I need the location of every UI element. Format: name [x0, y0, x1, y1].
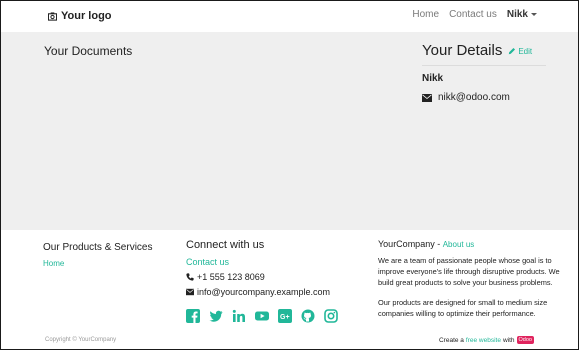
products-title: Our Products & Services — [43, 242, 153, 253]
edit-details-link[interactable]: Edit — [508, 47, 532, 56]
instagram-icon[interactable] — [324, 309, 338, 323]
footer: Our Products & Services Home Connect wit… — [1, 230, 578, 349]
odoo-badge[interactable]: Odoo — [516, 336, 534, 344]
page-frame: Your logo Home Contact us Nikk Your Docu… — [1, 1, 578, 349]
social-links: G+ — [186, 309, 338, 323]
connect-title: Connect with us — [186, 239, 265, 251]
github-icon[interactable] — [301, 309, 315, 323]
logo-label: Your logo — [61, 10, 112, 22]
google-plus-icon[interactable]: G+ — [278, 309, 292, 323]
company-line: YourCompany - About us — [378, 239, 574, 249]
nav-contact-link[interactable]: Contact us — [449, 9, 497, 20]
documents-title: Your Documents — [44, 44, 133, 58]
create-website-line: Create a free website with Odoo — [439, 336, 534, 344]
user-email: nikk@odoo.com — [438, 92, 510, 103]
navbar: Your logo Home Contact us Nikk — [1, 1, 578, 32]
company-email-row: info@yourcompany.example.com — [186, 287, 338, 297]
copyright: Copyright © YourCompany — [45, 337, 117, 343]
connect-column: Connect with us Contact us +1 555 123 80… — [186, 239, 338, 323]
about-column: YourCompany - About us We are a team of … — [378, 239, 574, 319]
about-paragraph-1: We are a team of passionate people whose… — [378, 256, 560, 287]
nav-links: Home Contact us Nikk — [412, 9, 537, 20]
svg-text:G+: G+ — [280, 314, 290, 321]
company-separator: - — [434, 239, 443, 249]
about-us-link[interactable]: About us — [443, 240, 475, 249]
footer-home-link[interactable]: Home — [43, 259, 152, 268]
nav-home-link[interactable]: Home — [412, 9, 439, 20]
free-website-link[interactable]: free website — [466, 337, 501, 344]
phone-icon — [186, 273, 194, 281]
chevron-down-icon — [531, 13, 537, 16]
user-name: Nikk — [422, 73, 444, 84]
edit-label: Edit — [518, 46, 533, 56]
about-paragraph-2: Our products are designed for small to m… — [378, 298, 548, 318]
facebook-icon[interactable] — [186, 309, 200, 323]
details-header: Your Details Edit — [422, 42, 546, 66]
products-column: Our Products & Services Home — [43, 242, 152, 268]
details-panel: Your Details Edit Nikk nikk@odoo.com — [422, 42, 546, 103]
logo[interactable]: Your logo — [48, 10, 112, 22]
create-prefix: Create a — [438, 336, 464, 344]
phone-row: +1 555 123 8069 — [186, 272, 338, 282]
main-content: Your Documents Your Details Edit Nikk ni… — [1, 32, 578, 230]
email-row: nikk@odoo.com — [422, 92, 546, 103]
create-with: with — [502, 336, 515, 344]
company-name: YourCompany — [378, 239, 435, 249]
pencil-icon — [509, 47, 516, 55]
company-email: info@yourcompany.example.com — [197, 287, 331, 297]
twitter-icon[interactable] — [209, 309, 223, 323]
youtube-icon[interactable] — [255, 309, 269, 323]
camera-icon — [48, 11, 57, 21]
phone-number: +1 555 123 8069 — [197, 272, 265, 282]
details-title: Your Details — [422, 42, 503, 59]
linkedin-icon[interactable] — [232, 309, 246, 323]
envelope-icon — [186, 288, 194, 296]
envelope-icon — [422, 93, 432, 102]
user-menu-label: Nikk — [506, 9, 528, 20]
user-menu[interactable]: Nikk — [507, 9, 537, 20]
footer-contact-link[interactable]: Contact us — [186, 257, 338, 267]
